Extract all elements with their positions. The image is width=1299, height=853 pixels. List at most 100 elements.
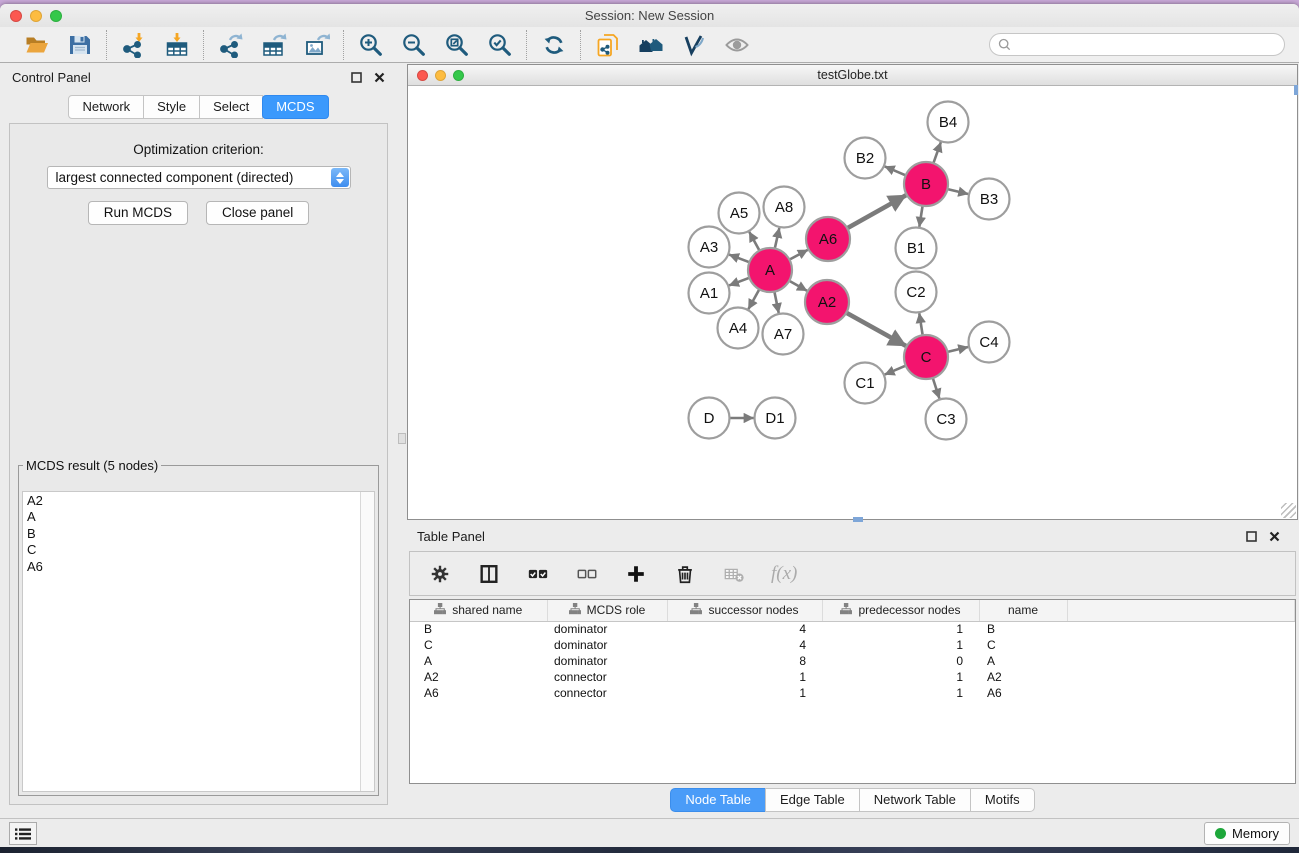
search-input[interactable] <box>1012 38 1277 52</box>
graph-node-B4[interactable]: B4 <box>928 102 969 143</box>
table-settings-button[interactable] <box>428 562 452 586</box>
select-all-columns-button[interactable] <box>526 562 550 586</box>
mcds-result-item[interactable]: A2 <box>27 493 356 509</box>
open-file-button[interactable] <box>23 31 50 58</box>
splitter-handle[interactable] <box>398 433 406 444</box>
table-cell[interactable]: 0 <box>822 653 979 669</box>
table-cell[interactable]: 4 <box>667 621 822 637</box>
frame-handle-right[interactable] <box>1294 85 1298 95</box>
tab-style[interactable]: Style <box>143 95 200 119</box>
table-cell[interactable]: 1 <box>822 637 979 653</box>
graph-node-C[interactable]: C <box>904 335 948 379</box>
table-row[interactable]: Bdominator41B <box>410 621 1295 637</box>
task-history-button[interactable] <box>9 822 37 845</box>
graph-node-A1[interactable]: A1 <box>689 273 730 314</box>
column-header-shared-name[interactable]: shared name <box>410 600 547 621</box>
close-network-button[interactable] <box>417 70 428 81</box>
table-cell[interactable]: connector <box>547 685 667 701</box>
tab-network[interactable]: Network <box>68 95 144 119</box>
table-row[interactable]: Cdominator41C <box>410 637 1295 653</box>
graph-node-A8[interactable]: A8 <box>764 187 805 228</box>
table-cell[interactable]: 1 <box>822 621 979 637</box>
tab-select[interactable]: Select <box>199 95 263 119</box>
deselect-all-columns-button[interactable] <box>575 562 599 586</box>
show-columns-button[interactable] <box>477 562 501 586</box>
mcds-result-item[interactable]: B <box>27 526 356 542</box>
frame-handle-bottom[interactable] <box>853 517 863 522</box>
table-cell[interactable]: A <box>410 653 547 669</box>
home-pages-button[interactable] <box>637 31 664 58</box>
clone-network-button[interactable] <box>594 31 621 58</box>
graph-node-A[interactable]: A <box>748 248 792 292</box>
table-cell[interactable]: connector <box>547 669 667 685</box>
column-header-predecessor-nodes[interactable]: predecessor nodes <box>822 600 979 621</box>
function-builder-button[interactable]: f(x) <box>771 562 797 586</box>
float-panel-button[interactable] <box>351 72 362 83</box>
run-mcds-button[interactable]: Run MCDS <box>88 201 188 225</box>
table-cell[interactable]: B <box>410 621 547 637</box>
zoom-window-button[interactable] <box>50 10 62 22</box>
table-cell[interactable]: dominator <box>547 621 667 637</box>
graph-node-C2[interactable]: C2 <box>896 272 937 313</box>
mcds-scrollbar[interactable] <box>360 492 374 791</box>
table-row[interactable]: A2connector11A2 <box>410 669 1295 685</box>
network-canvas[interactable]: AA1A2A3A4A5A6A7A8BB1B2B3B4CC1C2C3C4DD1 <box>408 87 1297 519</box>
close-panel-button[interactable] <box>374 72 385 83</box>
table-cell[interactable]: dominator <box>547 653 667 669</box>
import-table-button[interactable] <box>163 31 190 58</box>
export-network-button[interactable] <box>217 31 244 58</box>
table-row[interactable]: Adominator80A <box>410 653 1295 669</box>
graph-node-A7[interactable]: A7 <box>763 314 804 355</box>
table-cell[interactable]: C <box>410 637 547 653</box>
network-frame-titlebar[interactable]: testGlobe.txt <box>408 65 1297 86</box>
table-cell[interactable]: A6 <box>410 685 547 701</box>
graph-node-D[interactable]: D <box>689 398 730 439</box>
graph-node-C1[interactable]: C1 <box>845 363 886 404</box>
delete-columns-button[interactable] <box>673 562 697 586</box>
graph-node-A3[interactable]: A3 <box>689 227 730 268</box>
table-cell[interactable]: A2 <box>410 669 547 685</box>
graph-node-C3[interactable]: C3 <box>926 399 967 440</box>
table-cell[interactable]: B <box>979 621 1067 637</box>
graph-node-A6[interactable]: A6 <box>806 217 850 261</box>
minimize-network-button[interactable] <box>435 70 446 81</box>
table-cell[interactable]: A2 <box>979 669 1067 685</box>
table-cell[interactable]: 4 <box>667 637 822 653</box>
show-hide-button[interactable] <box>723 31 750 58</box>
mcds-result-item[interactable]: C <box>27 542 356 558</box>
column-header-successor-nodes[interactable]: successor nodes <box>667 600 822 621</box>
table-cell[interactable]: A6 <box>979 685 1067 701</box>
zoom-in-button[interactable] <box>357 31 384 58</box>
tab-mcds[interactable]: MCDS <box>262 95 328 119</box>
table-cell[interactable]: dominator <box>547 637 667 653</box>
vizmapper-button[interactable] <box>680 31 707 58</box>
close-panel-action-button[interactable]: Close panel <box>206 201 309 225</box>
apply-layout-button[interactable] <box>540 31 567 58</box>
export-image-button[interactable] <box>303 31 330 58</box>
graph-node-B1[interactable]: B1 <box>896 228 937 269</box>
close-window-button[interactable] <box>10 10 22 22</box>
optimization-dropdown[interactable]: largest connected component (directed) <box>47 166 351 189</box>
table-cell[interactable]: A <box>979 653 1067 669</box>
close-table-panel-button[interactable] <box>1269 531 1280 542</box>
delete-table-button[interactable] <box>722 562 746 586</box>
memory-button[interactable]: Memory <box>1204 822 1290 845</box>
mcds-result-item[interactable]: A <box>27 509 356 525</box>
minimize-window-button[interactable] <box>30 10 42 22</box>
table-cell[interactable]: 1 <box>667 685 822 701</box>
column-header-name[interactable]: name <box>979 600 1067 621</box>
zoom-network-button[interactable] <box>453 70 464 81</box>
table-cell[interactable]: 8 <box>667 653 822 669</box>
graph-node-D1[interactable]: D1 <box>755 398 796 439</box>
graph-node-A2[interactable]: A2 <box>805 280 849 324</box>
frame-resize-grip[interactable] <box>1281 503 1296 518</box>
import-network-button[interactable] <box>120 31 147 58</box>
graph-node-C4[interactable]: C4 <box>969 322 1010 363</box>
table-cell[interactable]: C <box>979 637 1067 653</box>
column-header-mcds-role[interactable]: MCDS role <box>547 600 667 621</box>
create-column-button[interactable] <box>624 562 648 586</box>
mcds-result-item[interactable]: A6 <box>27 559 356 575</box>
graph-node-B2[interactable]: B2 <box>845 138 886 179</box>
graph-node-A4[interactable]: A4 <box>718 308 759 349</box>
export-table-button[interactable] <box>260 31 287 58</box>
